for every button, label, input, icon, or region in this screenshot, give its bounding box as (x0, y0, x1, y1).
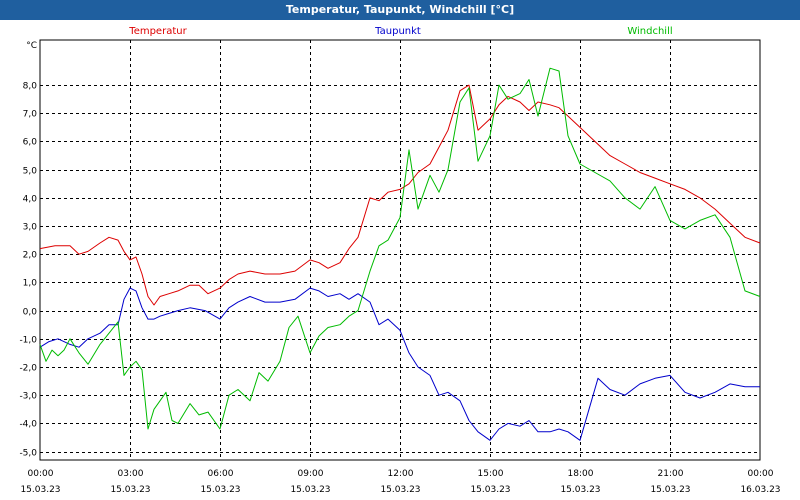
y-axis-unit: °C (26, 41, 37, 51)
legend-temperatur: Temperatur (128, 26, 187, 37)
y-tick-label: 1,0 (23, 279, 38, 289)
y-tick-label: 2,0 (23, 251, 38, 261)
y-tick-label: -4,0 (19, 420, 37, 430)
y-tick-label: 3,0 (23, 223, 38, 233)
x-tick-time: 15:00 (478, 469, 504, 479)
x-tick-date: 15.03.23 (560, 485, 600, 495)
y-tick-label: -1,0 (19, 336, 37, 346)
x-tick-time: 09:00 (298, 469, 324, 479)
y-tick-label: 7,0 (23, 110, 38, 120)
x-tick-time: 00:00 (748, 469, 774, 479)
x-tick-time: 21:00 (658, 469, 684, 479)
y-tick-label: -2,0 (19, 364, 37, 374)
x-tick-date: 16.03.23 (740, 485, 780, 495)
legend-taupunkt: Taupunkt (374, 26, 421, 37)
y-tick-label: 5,0 (23, 167, 38, 177)
chart-title: Temperatur, Taupunkt, Windchill [°C] (285, 3, 515, 16)
x-tick-date: 15.03.23 (470, 485, 510, 495)
legend-windchill: Windchill (627, 26, 672, 37)
chart-title-bar: Temperatur, Taupunkt, Windchill [°C] (0, 0, 800, 20)
x-tick-date: 15.03.23 (650, 485, 690, 495)
x-tick-date: 15.03.23 (110, 485, 150, 495)
chart-area: 8,0 7,0 6,0 5,0 4,0 3,0 2,0 1,0 0,0 -1,0 -2,0 -3,0 -… (0, 20, 800, 500)
x-tick-date: 15.03.23 (290, 485, 330, 495)
x-tick-time: 06:00 (208, 469, 234, 479)
y-tick-label: -3,0 (19, 392, 37, 402)
x-tick-date: 15.03.23 (200, 485, 240, 495)
y-tick-label: 4,0 (23, 195, 38, 205)
x-tick-date: 15.03.23 (20, 485, 60, 495)
x-tick-time: 12:00 (388, 469, 414, 479)
x-tick-date: 15.03.23 (380, 485, 420, 495)
x-tick-time: 18:00 (568, 469, 594, 479)
y-tick-label: 8,0 (23, 82, 38, 92)
y-tick-label: 0,0 (23, 308, 38, 318)
x-tick-time: 00:00 (28, 469, 54, 479)
line-chart: 8,0 7,0 6,0 5,0 4,0 3,0 2,0 1,0 0,0 -1,0 -2,0 -3,0 -… (19, 26, 780, 495)
y-tick-label: -5,0 (19, 449, 37, 459)
y-tick-label: 6,0 (23, 138, 38, 148)
x-tick-time: 03:00 (118, 469, 144, 479)
